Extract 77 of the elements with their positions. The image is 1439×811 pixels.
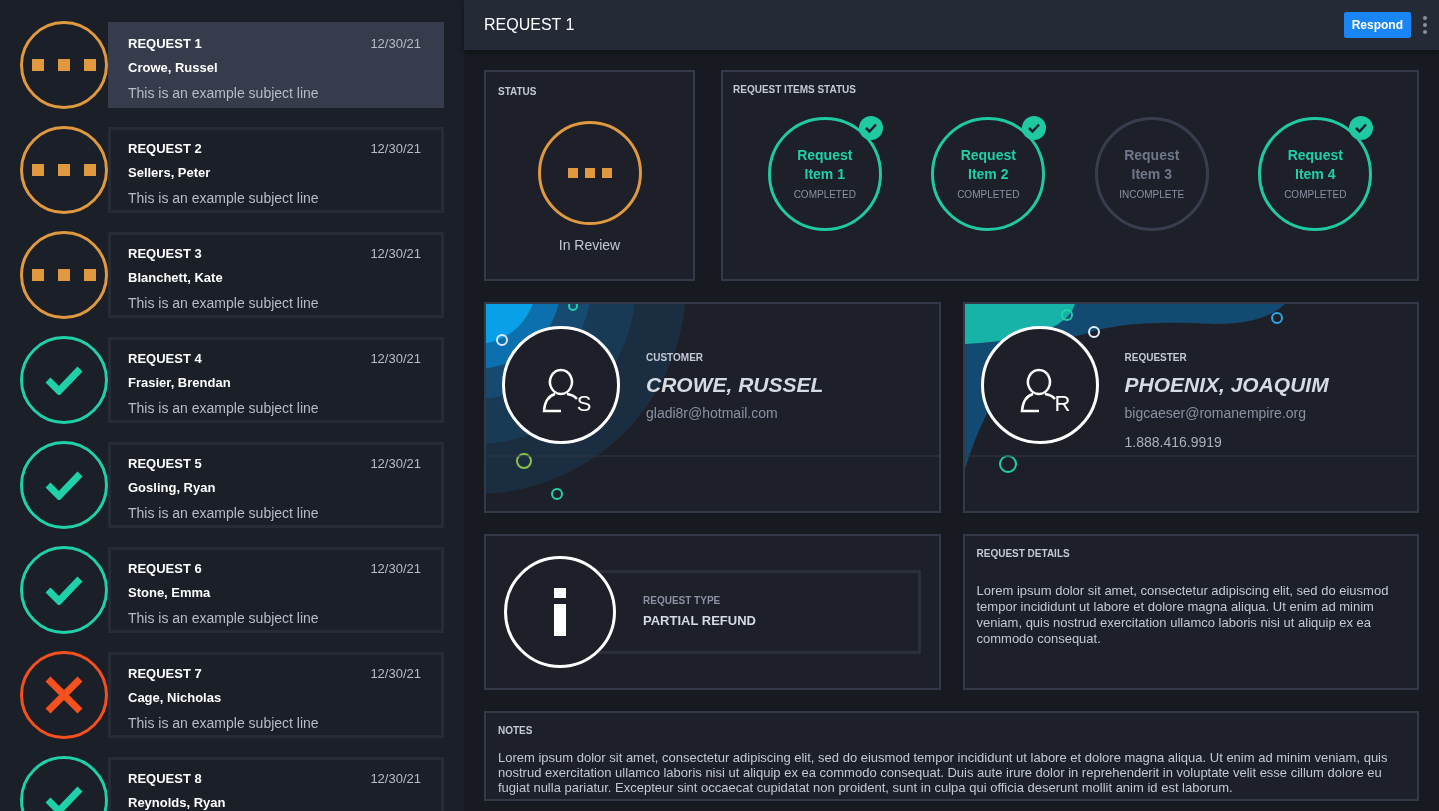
customer-name: Sellers, Peter <box>128 164 212 182</box>
item-state: COMPLETED <box>1284 188 1347 202</box>
subject-line: This is an example subject line <box>128 713 320 733</box>
subject-line: This is an example subject line <box>128 608 320 628</box>
details-text: Lorem ipsum dolor sit amet, consectetur adipiscing elit, sed do eiusmod tempor incididunt ut labore et dolore magna aliqua. Ut enim ad minim veniam, quis nostrud exercitation ullamco laboris nisi ut aliquip ex ea commodo consequat. <box>976 583 1390 647</box>
section-label: REQUEST TYPE <box>643 594 722 609</box>
request-title: REQUEST 3 <box>128 244 202 263</box>
request-list-item[interactable]: REQUEST 7 12/30/21 Cage, Nicholas This is an example subject line <box>108 651 444 738</box>
phone-text: 1.888.416.9919 <box>1124 432 1223 452</box>
item-state: COMPLETED <box>793 188 856 202</box>
request-list-item[interactable]: REQUEST 4 12/30/21 Frasier, Brendan This is an example subject line <box>108 336 444 423</box>
section-label: REQUEST DETAILS <box>976 547 1071 561</box>
subject-line: This is an example subject line <box>128 293 320 313</box>
request-list-item[interactable]: REQUEST 1 12/30/21 Crowe, Russel This is an example subject line <box>108 21 444 108</box>
status-text: In Review <box>558 236 621 255</box>
request-title: REQUEST 4 <box>128 349 202 368</box>
customer-name: Frasier, Brendan <box>128 374 232 392</box>
check-icon <box>45 364 83 395</box>
request-date: 12/30/21 <box>370 34 421 53</box>
avatar-letter: S <box>576 393 592 415</box>
section-label: CUSTOMER <box>646 351 705 365</box>
more-icon[interactable] <box>1423 16 1427 34</box>
notes-text: Lorem ipsum dolor sit amet, consectetur adipiscing elit, sed do eiusmod tempor incididunt ut labore et dolore magna aliqua. Ut enim ad minim veniam, quis nostrud exercitation ullamco laboris nisi ut aliquip ex ea commodo consequat. Duis aute irure dolor in reprehenderit in voluptate velit esse cillum dolore eu fugiat nulla pariatur. Excepteur sint occaecat cupidatat non proident, sunt in culpa qui officia deserunt mollit anim id est laborum. <box>498 750 1389 795</box>
request-date: 12/30/21 <box>370 349 421 368</box>
check-icon <box>45 574 83 605</box>
customer-name: Crowe, Russel <box>128 59 219 77</box>
request-date: 12/30/21 <box>370 769 421 788</box>
item-state: COMPLETED <box>957 188 1020 202</box>
page-title: REQUEST 1 <box>484 15 576 35</box>
request-date: 12/30/21 <box>370 559 421 578</box>
item-name: Request Item 2 <box>959 146 1017 184</box>
section-label: REQUEST ITEMS STATUS <box>733 83 857 97</box>
item-state: INCOMPLETE <box>1119 188 1185 202</box>
dots-icon <box>32 162 96 177</box>
customer-name: Cage, Nicholas <box>128 689 223 707</box>
request-date: 12/30/21 <box>370 244 421 263</box>
request-date: 12/30/21 <box>370 139 421 158</box>
person-name: CROWE, RUSSEL <box>646 372 824 398</box>
request-list-item[interactable]: REQUEST 3 12/30/21 Blanchett, Kate This is an example subject line <box>108 231 444 318</box>
request-title: REQUEST 7 <box>128 664 202 683</box>
customer-name: Gosling, Ryan <box>128 479 217 497</box>
request-title: REQUEST 5 <box>128 454 202 473</box>
subject-line: This is an example subject line <box>128 503 320 523</box>
item-name: Request Item 1 <box>796 146 854 184</box>
subject-line: This is an example subject line <box>128 398 320 418</box>
info-icon <box>554 588 566 636</box>
request-list-item[interactable]: REQUEST 8 12/30/21 Reynolds, Ryan <box>108 756 444 811</box>
section-label: STATUS <box>498 85 538 99</box>
cross-icon <box>45 675 83 714</box>
customer-name: Stone, Emma <box>128 584 212 602</box>
customer-name: Reynolds, Ryan <box>128 794 227 811</box>
item-name: Request Item 3 <box>1123 146 1181 184</box>
section-label: NOTES <box>498 724 534 738</box>
request-date: 12/30/21 <box>370 664 421 683</box>
dots-icon <box>567 168 612 178</box>
subject-line: This is an example subject line <box>128 188 320 208</box>
request-title: REQUEST 8 <box>128 769 202 788</box>
person-name: PHOENIX, JOAQUIM <box>1124 372 1329 398</box>
subject-line: This is an example subject line <box>128 83 320 103</box>
request-list-item[interactable]: REQUEST 2 12/30/21 Sellers, Peter This is an example subject line <box>108 126 444 213</box>
request-title: REQUEST 6 <box>128 559 202 578</box>
request-list-item[interactable]: REQUEST 5 12/30/21 Gosling, Ryan This is an example subject line <box>108 441 444 528</box>
avatar-letter: R <box>1054 393 1071 415</box>
respond-button[interactable]: Respond <box>1343 12 1411 38</box>
email-text: gladi8r@hotmail.com <box>646 403 779 423</box>
section-label: REQUESTER <box>1124 351 1188 365</box>
customer-name: Blanchett, Kate <box>128 269 224 287</box>
check-icon <box>45 469 83 500</box>
request-list-item[interactable]: REQUEST 6 12/30/21 Stone, Emma This is an example subject line <box>108 546 444 633</box>
request-title: REQUEST 1 <box>128 34 202 53</box>
dots-icon <box>32 57 96 72</box>
email-text: bigcaeser@romanempire.org <box>1124 403 1307 423</box>
request-type-value: PARTIAL REFUND <box>643 612 757 631</box>
item-name: Request Item 4 <box>1286 146 1344 184</box>
request-title: REQUEST 2 <box>128 139 202 158</box>
request-date: 12/30/21 <box>370 454 421 473</box>
dots-icon <box>32 267 96 282</box>
